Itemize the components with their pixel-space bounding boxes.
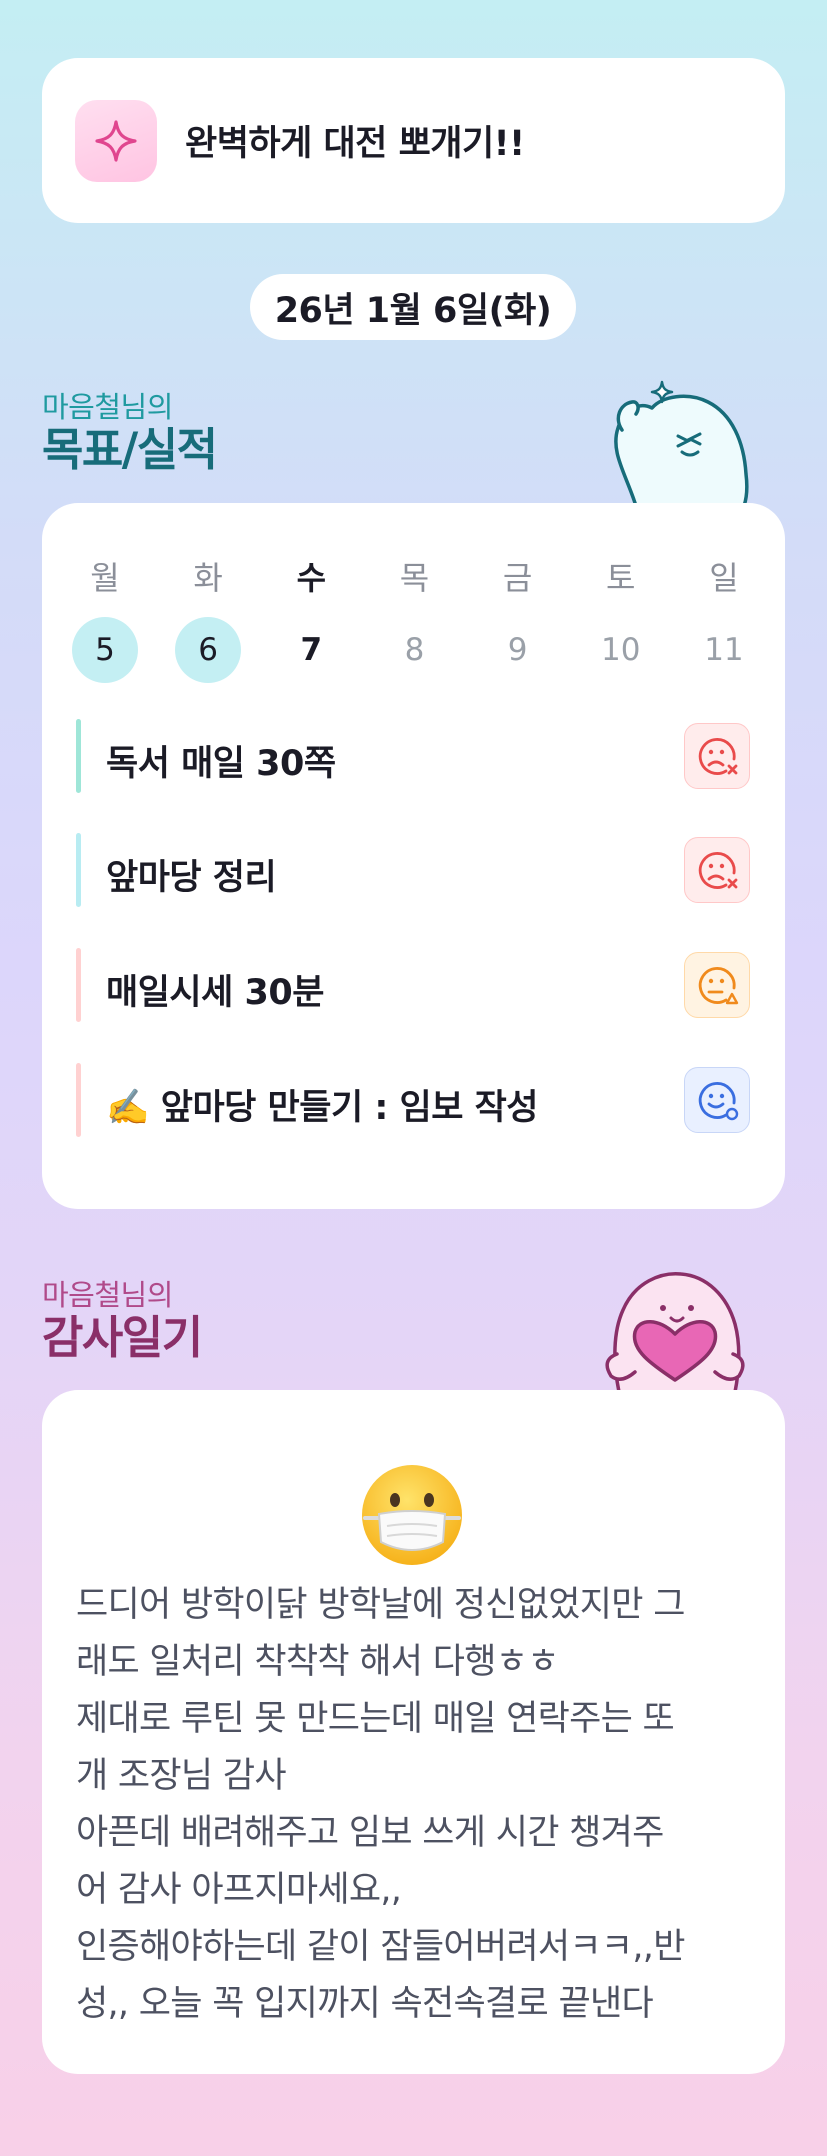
goal-banner[interactable]: 완벽하게 대전 뽀개기!! [42,58,785,223]
day-label: 월 [90,559,120,597]
goals-section-subtitle: 마음철님의 [42,390,173,424]
week-strip: 월 5 화 6 수 7 목 8 금 9 토 10 일 11 [72,553,757,683]
diary-line: 인증해야하는데 같이 잠들어버려서ㅋㅋ,,반 [76,1927,685,1967]
diary-line: 래도 일처리 착착착 해서 다행ㅎㅎ [76,1642,559,1682]
goal-item[interactable]: ✍️ 앞마당 만들기 : 임보 작성 [76,1063,750,1137]
day-label: 화 [193,559,223,597]
heart-ghost-mascot-illustration [595,1262,755,1396]
day-number: 8 [404,632,425,668]
day-number: 7 [300,632,323,668]
sad-x-face-icon[interactable] [684,837,750,903]
day-fri[interactable]: 금 9 [485,553,551,683]
day-sat[interactable]: 토 10 [588,553,654,683]
gratitude-diary-text: 드디어 방학이닭 방학날에 정신없었지만 그 래도 일처리 착착착 해서 다행ㅎ… [76,1577,766,2033]
goal-item[interactable]: 매일시세 30분 [76,948,750,1022]
diary-line: 성,, 오늘 꼭 입지까지 속전속결로 끝낸다 [76,1984,654,2024]
day-tue[interactable]: 화 6 [175,553,242,683]
day-number: 11 [704,632,744,668]
goals-section-header: 마음철님의 목표/실적 [42,384,218,476]
day-number: 5 [72,617,138,683]
goal-name: 독서 매일 30쪽 [106,744,336,784]
sparkle-icon [75,99,157,182]
diary-line: 어 감사 아프지마세요,, [76,1870,402,1910]
day-label: 목 [399,559,430,597]
diary-line: 제대로 루틴 못 만드는데 매일 연락주는 또 [76,1699,675,1739]
diary-line: 아픈데 배려해주고 임보 쓰게 시간 챙겨주 [76,1813,664,1853]
goal-color-bar [76,833,81,907]
sad-x-face-icon[interactable] [684,723,750,789]
goal-banner-text: 완벽하게 대전 뽀개기!! [185,124,525,164]
goal-color-bar [76,1063,81,1137]
diary-section-title: 감사일기 [42,1311,203,1364]
day-number: 9 [507,632,528,668]
goal-item[interactable]: 앞마당 정리 [76,833,750,907]
day-mon[interactable]: 월 5 [72,553,138,683]
gratitude-diary-card: 드디어 방학이닭 방학날에 정신없었지만 그 래도 일처리 착착착 해서 다행ㅎ… [42,1390,785,2074]
goals-card: 월 5 화 6 수 7 목 8 금 9 토 10 일 11 독서 매일 30쪽 … [42,503,785,1209]
diary-line: 드디어 방학이닭 방학날에 정신없었지만 그 [76,1585,685,1625]
day-label: 토 [606,559,636,597]
diary-section-subtitle: 마음철님의 [42,1278,173,1312]
ghost-mascot-illustration [600,378,750,510]
goal-name: ✍️ 앞마당 만들기 : 임보 작성 [106,1088,539,1128]
date-pill[interactable]: 26년 1월 6일(화) [250,274,576,340]
day-label: 수 [296,559,327,597]
goal-name: 매일시세 30분 [106,973,324,1013]
diary-line: 개 조장님 감사 [76,1756,287,1796]
goals-section-title: 목표/실적 [42,423,218,476]
smile-clock-face-icon[interactable] [684,1067,750,1133]
day-label: 금 [502,559,533,597]
goal-name: 앞마당 정리 [106,858,277,898]
face-with-mask-emoji [357,1460,467,1570]
day-wed[interactable]: 수 7 [278,553,344,683]
goal-color-bar [76,948,81,1022]
diary-section-header: 마음철님의 감사일기 [42,1272,203,1364]
goal-item[interactable]: 독서 매일 30쪽 [76,719,750,793]
goal-color-bar [76,719,81,793]
day-sun[interactable]: 일 11 [691,553,757,683]
day-thu[interactable]: 목 8 [381,553,447,683]
day-number: 10 [601,632,641,668]
warning-face-icon[interactable] [684,952,750,1018]
day-label: 일 [709,559,739,597]
day-number: 6 [175,617,242,683]
